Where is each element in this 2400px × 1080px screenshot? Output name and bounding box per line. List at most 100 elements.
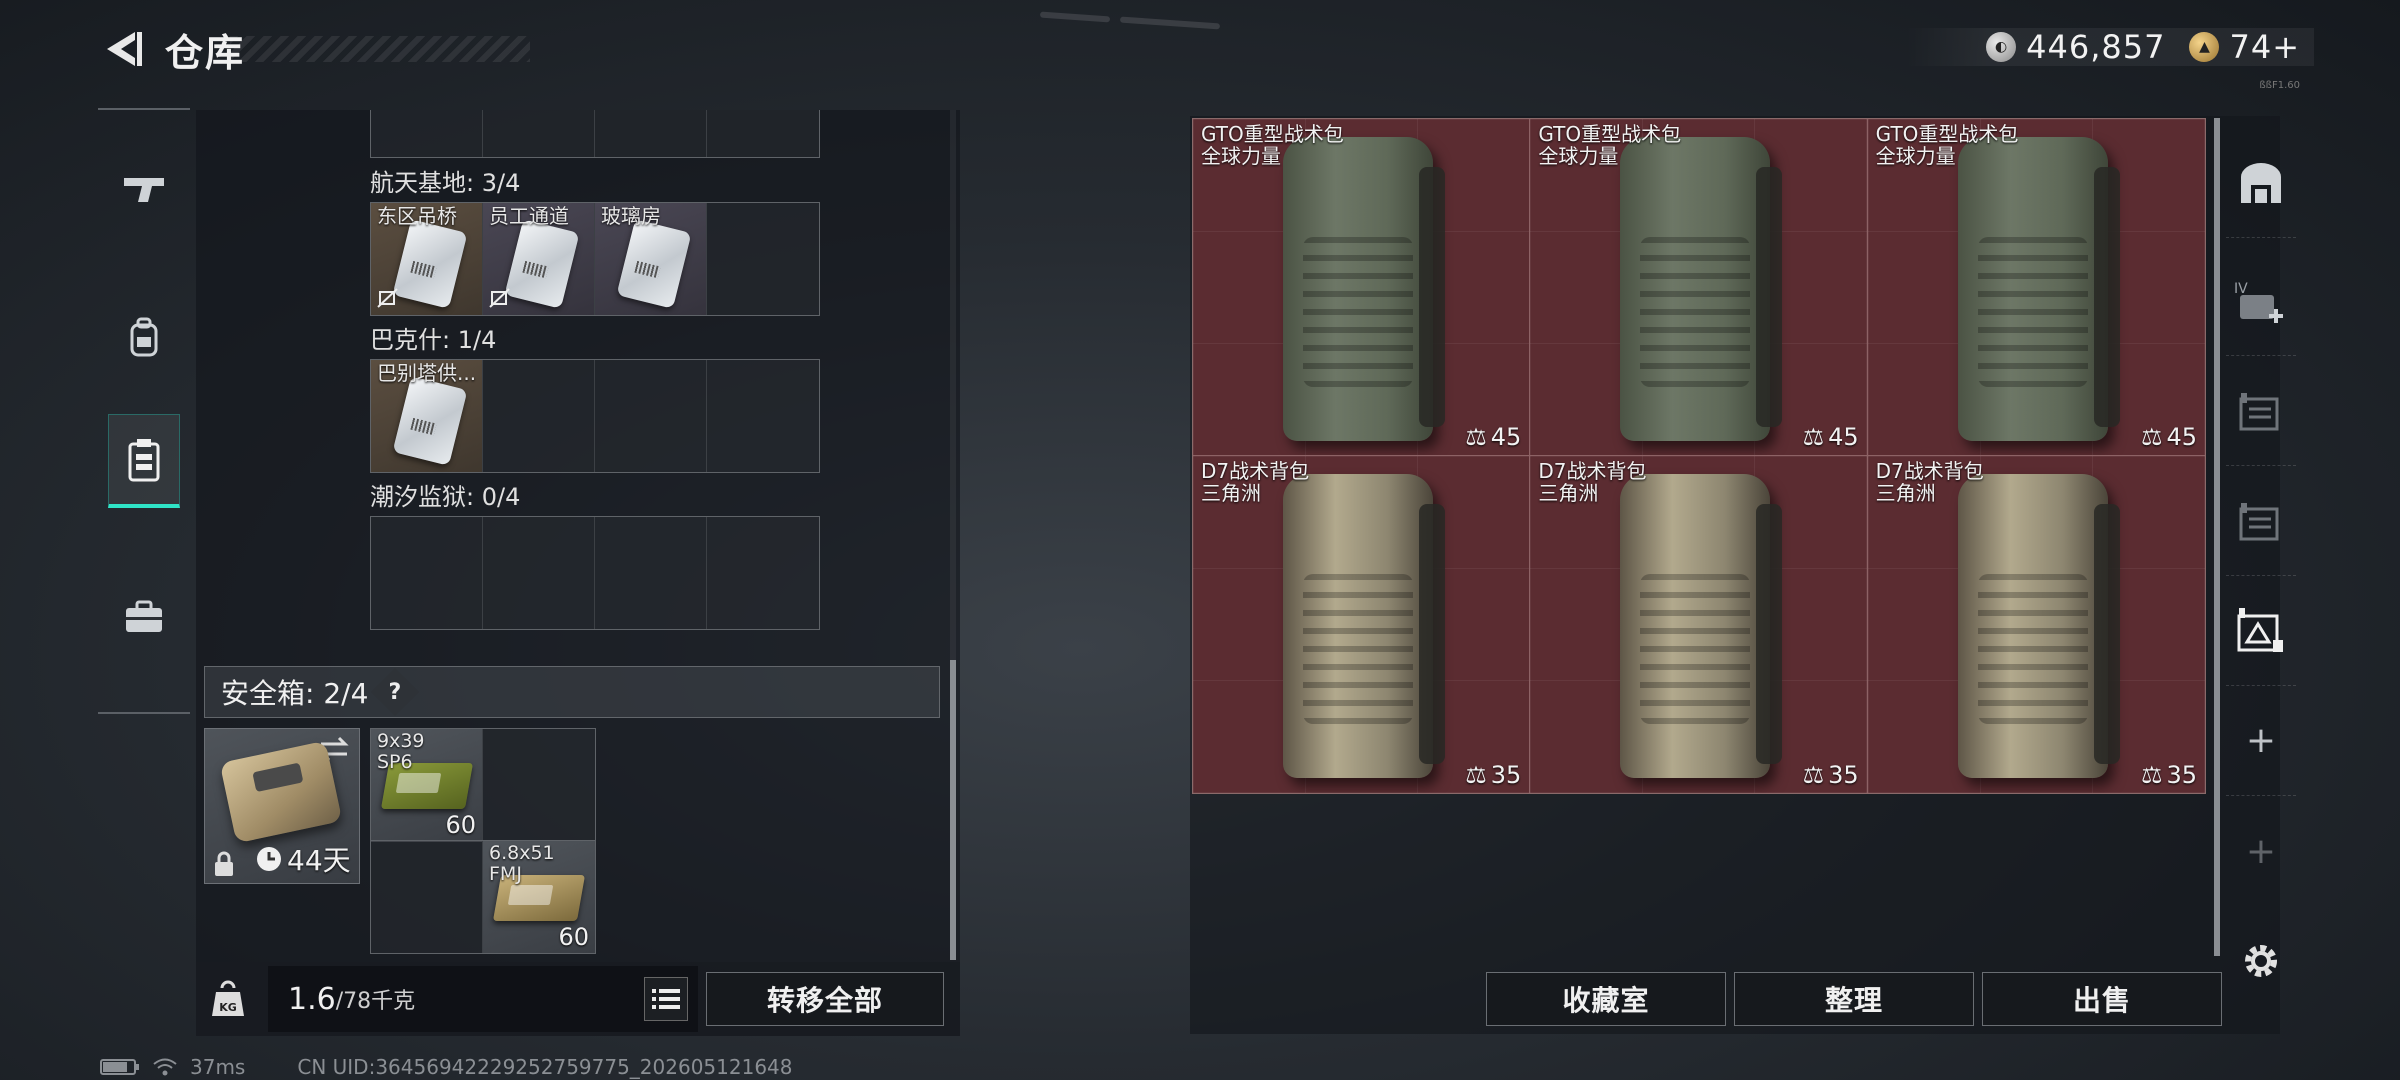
backpack-item[interactable]: D7战术背包 三角洲 ⚖ 35 — [1867, 456, 2205, 793]
backpack-name-block: GTO重型战术包 全球力量 — [1876, 123, 2019, 167]
warehouse-icon — [2241, 162, 2281, 203]
safebox-row: 6.8x51 FMJ 60 — [370, 840, 596, 954]
key-slot-empty[interactable] — [595, 360, 707, 472]
backpack-image — [1957, 474, 2120, 778]
backpack-capacity: ⚖ 45 — [1465, 423, 1521, 451]
sidebar-storage-2[interactable] — [2226, 466, 2296, 576]
organize-button[interactable]: 整理 — [1734, 972, 1974, 1026]
currency-primary: 446,857 — [2026, 28, 2166, 66]
key-name: 玻璃房 — [601, 204, 661, 228]
weight-display: 1.6 /78千克 — [268, 966, 698, 1032]
transfer-all-button[interactable]: 转移全部 — [706, 972, 944, 1026]
capacity-value: 45 — [2166, 423, 2197, 451]
key-slot-empty[interactable] — [595, 517, 707, 629]
back-button[interactable] — [98, 26, 148, 72]
backpack-capacity: ⚖ 35 — [1465, 761, 1521, 789]
ammo-item[interactable]: 9x39 SP6 60 — [371, 729, 483, 841]
key-item[interactable]: 巴别塔供... — [371, 360, 483, 472]
backpack-item[interactable]: D7战术背包 三角洲 ⚖ 35 — [1530, 456, 1868, 793]
background-streak — [1039, 11, 1111, 23]
help-button[interactable]: ? — [371, 667, 420, 717]
nav-vest[interactable] — [108, 414, 180, 508]
keycard-icon — [392, 376, 468, 466]
backpack-faction: 全球力量 — [1875, 144, 1956, 168]
settings-button[interactable] — [2226, 906, 2296, 1016]
backpack-name-block: GTO重型战术包 全球力量 — [1538, 123, 1681, 167]
safebox-item[interactable]: 44天 — [204, 728, 360, 884]
backpack-name: D7战术背包 — [1875, 459, 1984, 483]
backpack-item[interactable]: D7战术背包 三角洲 ⚖ 35 — [1193, 456, 1531, 793]
silver-coin-icon: ◐ — [1986, 32, 2017, 62]
backpack-capacity: ⚖ 45 — [1803, 423, 1859, 451]
key-row — [370, 516, 820, 630]
help-icon: ? — [389, 679, 402, 705]
key-row: 巴别塔供... — [370, 359, 820, 473]
weight-icon: KG — [212, 980, 244, 1016]
backpack-name: GTO重型战术包 — [1201, 122, 1344, 146]
backpack-item[interactable]: GTO重型战术包 全球力量 ⚖ 45 — [1867, 119, 2205, 456]
keycard-icon — [504, 219, 580, 309]
key-slot — [483, 110, 595, 157]
duration-badge: 44天 — [255, 839, 351, 879]
key-item[interactable]: 员工通道 — [483, 203, 595, 315]
weight-small-icon: ⚖ — [1802, 423, 1825, 451]
key-slot-empty[interactable] — [371, 517, 483, 629]
backpack-image — [1620, 137, 1783, 441]
sidebar-add-button[interactable]: + — [2226, 686, 2296, 796]
currency-secondary[interactable]: 74+ — [2229, 28, 2300, 66]
no-trade-icon — [377, 288, 398, 308]
sidebar-add-button-disabled: + — [2226, 796, 2296, 906]
capacity-value: 35 — [1490, 761, 1522, 789]
no-trade-icon — [489, 288, 510, 308]
left-scrollbar-thumb[interactable] — [950, 660, 956, 960]
key-name: 员工通道 — [489, 204, 569, 228]
weight-small-icon: ⚖ — [1465, 761, 1487, 789]
section-label: 航天基地: 3/4 — [370, 169, 521, 197]
nav-briefcase[interactable] — [108, 570, 180, 664]
key-slot-empty[interactable] — [707, 203, 819, 315]
ping-text: 37ms — [190, 1055, 246, 1079]
sidebar-storage-active[interactable] — [2226, 576, 2296, 686]
key-item[interactable]: 东区吊桥 — [371, 203, 483, 315]
weight-small-icon: ⚖ — [2140, 423, 2163, 451]
backpack-name: GTO重型战术包 — [1875, 122, 2019, 146]
key-slot-empty[interactable] — [483, 517, 595, 629]
gear-icon — [2245, 945, 2277, 977]
key-slot-empty[interactable] — [707, 360, 819, 472]
nav-backpack[interactable] — [108, 290, 180, 384]
safebox-slot-empty[interactable] — [483, 729, 595, 841]
background-streak — [1119, 16, 1221, 30]
backpack-item[interactable]: GTO重型战术包 全球力量 ⚖ 45 — [1193, 119, 1531, 456]
backpack-capacity: ⚖ 45 — [2141, 423, 2197, 451]
sidebar-storage-1[interactable] — [2226, 356, 2296, 466]
key-slot — [595, 110, 707, 157]
gun-icon — [124, 178, 164, 202]
nav-weapons[interactable] — [108, 142, 180, 236]
sidebar-add-storage[interactable]: IV — [2226, 246, 2296, 356]
safebox-header: 安全箱: 2/4 ? — [204, 666, 940, 718]
backpack-item[interactable]: GTO重型战术包 全球力量 ⚖ 45 — [1530, 119, 1868, 456]
right-sidebar: IV + + — [2226, 116, 2296, 1034]
ammo-item[interactable]: 6.8x51 FMJ 60 — [483, 841, 595, 953]
status-bar: 37ms CN UID:36456942229252759775_2026051… — [100, 1055, 793, 1079]
ammo-name: 9x39 SP6 — [377, 730, 425, 773]
backpack-capacity: ⚖ 35 — [2141, 761, 2197, 789]
ammo-quantity: 60 — [558, 923, 589, 951]
key-slot-empty[interactable] — [707, 517, 819, 629]
backpack-image — [1283, 137, 1445, 441]
ammo-quantity: 60 — [445, 811, 476, 839]
key-slot-empty[interactable] — [483, 360, 595, 472]
safebox-slot-empty[interactable] — [371, 841, 483, 953]
uid-text: CN UID:36456942229252759775_202605121648 — [297, 1055, 793, 1079]
briefcase-icon — [126, 600, 162, 632]
collection-room-button[interactable]: 收藏室 — [1486, 972, 1726, 1026]
sidebar-storage-all[interactable] — [2226, 128, 2296, 238]
container-icon — [2239, 502, 2279, 540]
right-scrollbar[interactable] — [2214, 118, 2220, 956]
list-view-button[interactable] — [644, 977, 688, 1021]
backpack-faction: 全球力量 — [1538, 144, 1619, 168]
key-item[interactable]: 玻璃房 — [595, 203, 707, 315]
weight-small-icon: ⚖ — [1802, 761, 1825, 789]
ammo-name: 6.8x51 FMJ — [489, 842, 555, 885]
sell-button[interactable]: 出售 — [1982, 972, 2222, 1026]
